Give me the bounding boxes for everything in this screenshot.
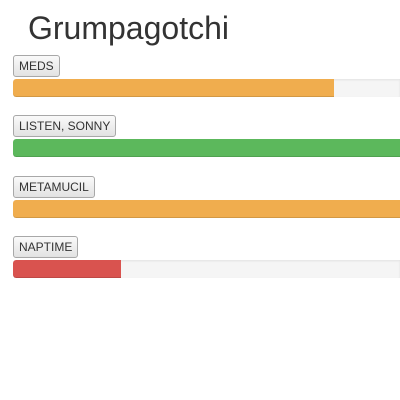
stat-naptime: NAPTIME [13, 236, 400, 278]
metamucil-progress-fill [13, 200, 400, 218]
meds-progress-bar [13, 79, 400, 97]
meds-button[interactable]: MEDS [13, 55, 60, 77]
page-title: Grumpagotchi [28, 10, 229, 46]
metamucil-progress-bar [13, 200, 400, 218]
stat-metamucil: METAMUCIL [13, 176, 400, 218]
stat-listen-sonny: LISTEN, SONNY [13, 115, 400, 157]
app-container: Grumpagotchi MEDS LISTEN, SONNY METAMUCI… [0, 0, 400, 400]
listen-sonny-progress-bar [13, 139, 400, 157]
naptime-progress-bar [13, 260, 400, 278]
stat-meds: MEDS [13, 55, 400, 97]
meds-progress-fill [13, 79, 335, 97]
naptime-button[interactable]: NAPTIME [13, 236, 79, 258]
listen-sonny-button[interactable]: LISTEN, SONNY [13, 115, 117, 137]
naptime-progress-fill [13, 260, 122, 278]
listen-sonny-progress-fill [13, 139, 400, 157]
metamucil-button[interactable]: METAMUCIL [13, 176, 95, 198]
